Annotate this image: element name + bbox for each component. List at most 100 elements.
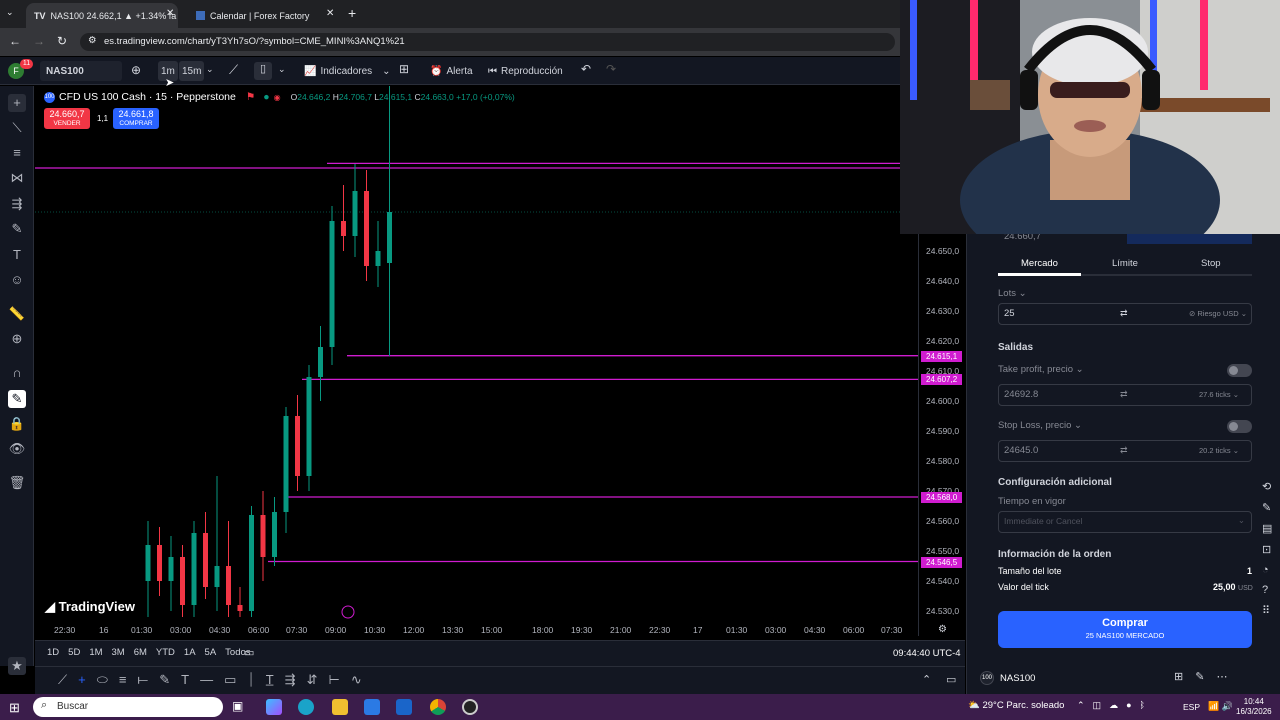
crosshair-icon[interactable]: +: [8, 94, 26, 112]
alert-button[interactable]: ⏰ Alerta: [430, 61, 473, 81]
risk-select[interactable]: ⊘ Riesgo USD ⌄: [1189, 309, 1247, 318]
range-6m[interactable]: 6M: [134, 647, 147, 658]
copilot-icon[interactable]: [266, 699, 282, 715]
lock-drawing-icon[interactable]: ✎: [8, 390, 26, 408]
eye-icon[interactable]: ◉: [274, 93, 281, 102]
replay-button[interactable]: ⏮ Reproducción: [488, 61, 563, 81]
range-5a[interactable]: 5A: [205, 647, 217, 658]
watchlist-star-icon[interactable]: ★: [8, 657, 26, 675]
chevron-down-icon[interactable]: ⌄: [278, 64, 286, 75]
time-in-force-select[interactable]: Immediate or Cancel ⌄: [998, 511, 1252, 533]
chevron-up-icon[interactable]: ⌃: [1077, 700, 1085, 711]
network-icon[interactable]: ◫: [1093, 700, 1102, 711]
interval-15m[interactable]: 15m: [179, 61, 205, 81]
horizontal-ray-icon[interactable]: ⟝: [137, 672, 148, 688]
utc-clock[interactable]: 09:44:40 UTC-4: [893, 648, 961, 659]
date-range-icon[interactable]: ▭: [244, 646, 254, 659]
reload-icon[interactable]: ↻: [57, 34, 67, 48]
tp-ticks[interactable]: 27.6 ticks ⌄: [1199, 390, 1239, 399]
edit-icon[interactable]: ✎: [1195, 670, 1204, 683]
range-ytd[interactable]: YTD: [156, 647, 175, 658]
range-3m[interactable]: 3M: [112, 647, 125, 658]
obs-icon[interactable]: [462, 699, 478, 715]
close-tab-icon[interactable]: ✕: [326, 8, 334, 19]
brush-icon[interactable]: ✎: [159, 672, 170, 688]
tab-limit[interactable]: Límite: [1112, 258, 1138, 269]
tab-list-chevron-icon[interactable]: ⌄: [6, 7, 20, 21]
add-symbol-icon[interactable]: ⊕: [131, 63, 141, 77]
symbol-search[interactable]: NAS100: [40, 61, 122, 81]
text-icon[interactable]: T: [181, 672, 189, 688]
close-tab-icon[interactable]: ✕: [166, 8, 174, 19]
price-range-icon[interactable]: ⊢: [328, 672, 339, 688]
windows-start-icon[interactable]: ⊞: [9, 700, 20, 716]
line-chart-icon[interactable]: ⟋: [229, 62, 238, 78]
forecast-icon[interactable]: ⇶: [8, 195, 26, 213]
emoji-icon[interactable]: ☺: [8, 271, 26, 289]
crosshair-icon[interactable]: +: [78, 672, 86, 688]
eye-icon[interactable]: 👁: [8, 440, 26, 458]
range-1m[interactable]: 1M: [89, 647, 102, 658]
back-icon[interactable]: ←: [9, 34, 21, 48]
collapse-icon[interactable]: ⌃: [922, 673, 931, 686]
clock[interactable]: 10:44 16/3/2026: [1236, 697, 1272, 717]
stop-loss-toggle[interactable]: [1227, 420, 1252, 433]
pattern-icon[interactable]: ⋈: [8, 169, 26, 187]
settings-gear-icon[interactable]: ⚙: [938, 624, 947, 635]
bluetooth-icon[interactable]: ᛒ: [1140, 700, 1145, 711]
trend-line-icon[interactable]: ⟍: [8, 119, 26, 137]
range-1a[interactable]: 1A: [184, 647, 196, 658]
parallel-channel-icon[interactable]: ⇶: [285, 672, 296, 688]
calendar-icon[interactable]: ▤: [1262, 522, 1272, 535]
weather-widget[interactable]: ⛅ 29°C Parc. soleado: [968, 700, 1064, 711]
chevron-down-icon[interactable]: ⌄: [206, 64, 214, 75]
task-view-icon[interactable]: ▣: [232, 699, 248, 715]
brush-icon[interactable]: ✎: [8, 220, 26, 238]
history-icon[interactable]: ⟲: [1262, 480, 1272, 493]
tab-forex-factory[interactable]: Calendar | Forex Factory: [188, 3, 338, 28]
note-icon[interactable]: T̲: [266, 672, 274, 688]
redo-icon[interactable]: ↷: [606, 62, 616, 76]
swap-icon[interactable]: ⇄: [1120, 389, 1128, 400]
layouts-icon[interactable]: ⊞: [399, 62, 409, 76]
panel-symbol-footer[interactable]: 100 NAS100: [980, 671, 1035, 685]
vertical-line-icon[interactable]: ⏐: [247, 672, 254, 688]
new-tab-icon[interactable]: +: [348, 5, 356, 21]
cloud-icon[interactable]: ☁: [1109, 700, 1118, 711]
stop-loss-label[interactable]: Stop Loss, precio ⌄: [998, 420, 1082, 431]
pencil-icon[interactable]: ✎: [1262, 501, 1272, 514]
indicators-button[interactable]: 📈 Indicadores ⌄: [304, 61, 391, 81]
grid-icon[interactable]: ⠿: [1262, 604, 1272, 617]
grid-icon[interactable]: ⊞: [1174, 670, 1183, 683]
help-icon[interactable]: ?: [1262, 584, 1272, 596]
range-5d[interactable]: 5D: [68, 647, 80, 658]
tab-market[interactable]: Mercado: [1021, 258, 1058, 269]
more-icon[interactable]: ⋯: [1216, 670, 1227, 683]
fib-icon[interactable]: ≡: [8, 144, 26, 162]
chart-pane[interactable]: [35, 86, 965, 636]
url-input[interactable]: ⚙ es.tradingview.com/chart/yT3Yh7sO/?symb…: [80, 33, 895, 51]
zoom-icon[interactable]: ⊕: [8, 330, 26, 348]
magnet-icon[interactable]: ∩: [8, 364, 26, 382]
pie-icon[interactable]: ◔: [1262, 564, 1272, 576]
candles-icon[interactable]: ▯: [254, 62, 272, 80]
chart-icon[interactable]: ⊡: [1262, 543, 1272, 556]
ruler-icon[interactable]: 📏: [8, 305, 26, 323]
tab-stop[interactable]: Stop: [1201, 258, 1221, 269]
long-position-icon[interactable]: ⇵: [307, 672, 318, 688]
system-status-icons[interactable]: 📶 🔊: [1208, 701, 1233, 712]
sell-button[interactable]: 24.660,7 VENDER: [44, 108, 90, 129]
store-icon[interactable]: [364, 699, 380, 715]
undo-icon[interactable]: ↶: [581, 62, 591, 76]
range-1d[interactable]: 1D: [47, 647, 59, 658]
swap-icon[interactable]: ⇄: [1120, 445, 1128, 456]
forward-icon[interactable]: →: [33, 34, 45, 48]
rectangle-icon[interactable]: ▭: [224, 672, 236, 688]
trash-icon[interactable]: 🗑: [8, 474, 26, 492]
outlook-icon[interactable]: [396, 699, 412, 715]
file-explorer-icon[interactable]: [332, 699, 348, 715]
maximize-icon[interactable]: ▭: [946, 673, 956, 686]
take-profit-toggle[interactable]: [1227, 364, 1252, 377]
flag-icon[interactable]: ⚑: [246, 91, 255, 103]
site-info-icon[interactable]: ⚙: [88, 35, 97, 46]
